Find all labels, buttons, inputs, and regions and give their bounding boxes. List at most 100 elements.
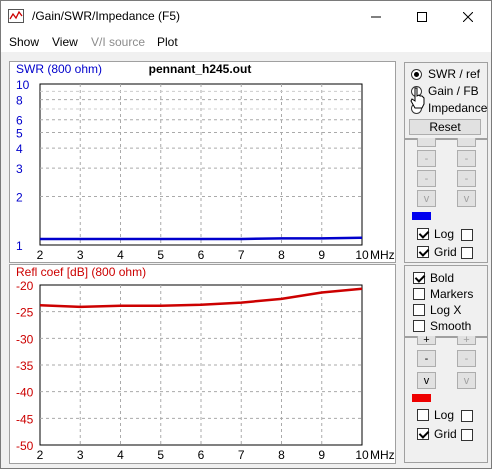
- top-scale-minus-left[interactable]: -: [417, 150, 436, 167]
- client-area: 2 3 4 5 6 7 8 9 10 MHz 1 2 3 4 5 6 8 10 SWR (800 ohm) penna…: [1, 52, 491, 468]
- chart-title: pennant_h245.out: [149, 62, 252, 76]
- y-tick-label: -20: [16, 279, 34, 293]
- bottom-scale-minus-right[interactable]: -: [457, 350, 476, 367]
- radio-swr-ref[interactable]: SWR / ref: [411, 66, 480, 82]
- bottom-grid-check: [417, 428, 429, 440]
- maximize-icon: [417, 11, 427, 22]
- x-tick-label: 8: [278, 248, 285, 262]
- y-tick-label: 3: [16, 162, 23, 176]
- y-tick-label: -25: [16, 306, 34, 320]
- hand-cursor-icon: [410, 87, 425, 109]
- y-tick-label: -50: [16, 439, 34, 453]
- x-tick-label: 10: [355, 448, 369, 462]
- x-tick-label: 6: [198, 448, 205, 462]
- bottom-scale-v-right[interactable]: v: [457, 372, 476, 389]
- bottom-scale-plus-right[interactable]: +: [457, 334, 476, 346]
- bottom-grid-x-checkbox[interactable]: [461, 429, 473, 441]
- swr-chart: 2 3 4 5 6 7 8 9 10 MHz123456810SWR (800 ohm) penna…: [16, 62, 395, 262]
- x-tick-label: 9: [318, 448, 325, 462]
- top-grid-label: Grid: [434, 245, 457, 259]
- refl-chart: 2 3 4 5 6 7 8 9 10 MHz -20 -25 -30 -35 -40 -45 -50 Refl c…: [16, 265, 395, 462]
- log-x-label: Log X: [430, 303, 462, 317]
- x-tick-label: 6: [198, 248, 205, 262]
- top-grid-checkbox[interactable]: Grid: [417, 245, 457, 259]
- x-tick-label: 7: [238, 448, 245, 462]
- series-line: [40, 236, 363, 241]
- bottom-log-checkbox[interactable]: Log: [417, 408, 454, 422]
- y-tick-label: 6: [16, 114, 23, 128]
- x-unit-label: MHz: [370, 248, 395, 262]
- top-log-checkbox[interactable]: Log: [417, 227, 454, 241]
- bottom-log-label: Log: [434, 408, 455, 422]
- smooth-check: [413, 320, 425, 332]
- reset-button[interactable]: Reset: [409, 119, 481, 135]
- close-icon: [463, 11, 473, 22]
- log-x-check: [413, 304, 425, 316]
- log-x-checkbox[interactable]: Log X: [413, 303, 461, 317]
- markers-checkbox[interactable]: Markers: [413, 287, 473, 301]
- title-bar[interactable]: /Gain/SWR/Impedance (F5): [1, 1, 491, 32]
- minimize-icon: [371, 16, 381, 17]
- top-scale-v-right[interactable]: v: [457, 190, 476, 207]
- x-tick-label: 10: [355, 248, 369, 262]
- x-unit-label: MHz: [370, 448, 395, 462]
- refl-chart-panel: 2 3 4 5 6 7 8 9 10 MHz -20 -25 -30 -35 -40 -45 -50 Refl c…: [9, 264, 396, 464]
- x-tick-label: 3: [77, 248, 84, 262]
- x-tick-label: 3: [77, 448, 84, 462]
- bottom-log-x-checkbox[interactable]: [461, 410, 473, 422]
- x-tick-label: 7: [238, 248, 245, 262]
- top-scale-button-1[interactable]: [417, 138, 436, 147]
- top-log-check: [417, 228, 429, 240]
- radio-gain-fb-label: Gain / FB: [428, 84, 479, 98]
- bottom-scale-minus-left[interactable]: -: [417, 350, 436, 367]
- top-scale-controls: - - - - v v Log Grid: [404, 138, 488, 263]
- y-tick-label: -30: [16, 332, 34, 346]
- bold-checkbox[interactable]: Bold: [413, 271, 454, 285]
- minimize-button[interactable]: [353, 1, 399, 32]
- y-tick-label: 1: [16, 239, 23, 253]
- top-scale-v-left[interactable]: v: [417, 190, 436, 207]
- bottom-scale-controls: + + - - v v Log Grid: [404, 334, 488, 463]
- top-grid-x-checkbox[interactable]: [461, 247, 473, 259]
- y-tick-label: 8: [16, 94, 23, 108]
- y-tick-label: 5: [16, 126, 23, 140]
- x-tick-label: 4: [117, 448, 124, 462]
- top-scale-minus-right[interactable]: -: [457, 150, 476, 167]
- top-scale-minus-left-2[interactable]: -: [417, 170, 436, 187]
- menu-bar: Show View V/I source Plot: [1, 32, 491, 52]
- close-button[interactable]: [445, 1, 491, 32]
- plot-options-group: Bold Markers Log X Smooth: [404, 265, 488, 337]
- menu-view[interactable]: View: [52, 35, 78, 49]
- top-scale-minus-right-2[interactable]: -: [457, 170, 476, 187]
- maximize-button[interactable]: [399, 1, 445, 32]
- bottom-log-check: [417, 409, 429, 421]
- radio-swr-ref-label: SWR / ref: [428, 67, 481, 81]
- window-title: /Gain/SWR/Impedance (F5): [32, 9, 181, 23]
- top-scale-button-2[interactable]: [457, 138, 476, 147]
- app-window: /Gain/SWR/Impedance (F5) Show View V/I s…: [0, 0, 492, 469]
- menu-vi-source[interactable]: V/I source: [91, 35, 145, 49]
- bold-check: [413, 272, 425, 284]
- markers-label: Markers: [430, 287, 474, 301]
- radio-impedance-label: Impedance: [428, 101, 488, 115]
- x-tick-label: 5: [157, 448, 164, 462]
- bottom-color-swatch[interactable]: [412, 394, 431, 402]
- bottom-scale-v-left[interactable]: v: [417, 372, 436, 389]
- menu-plot[interactable]: Plot: [157, 35, 178, 49]
- top-log-x-checkbox[interactable]: [461, 229, 473, 241]
- smooth-label: Smooth: [430, 319, 472, 333]
- menu-show[interactable]: Show: [9, 35, 39, 49]
- markers-check: [413, 288, 425, 300]
- y-tick-label: -35: [16, 359, 34, 373]
- top-color-swatch[interactable]: [412, 212, 431, 220]
- smooth-checkbox[interactable]: Smooth: [413, 319, 471, 333]
- bottom-grid-checkbox[interactable]: Grid: [417, 427, 457, 441]
- y-tick-label: -45: [16, 412, 34, 426]
- bottom-scale-plus-left[interactable]: +: [417, 334, 436, 346]
- x-tick-label: 2: [37, 248, 44, 262]
- y-tick-label: 4: [16, 142, 23, 156]
- x-tick-label: 5: [157, 248, 164, 262]
- y-axis-label: Refl coef [dB] (800 ohm): [16, 265, 146, 279]
- y-tick-label: 2: [16, 191, 23, 205]
- bold-label: Bold: [430, 271, 455, 285]
